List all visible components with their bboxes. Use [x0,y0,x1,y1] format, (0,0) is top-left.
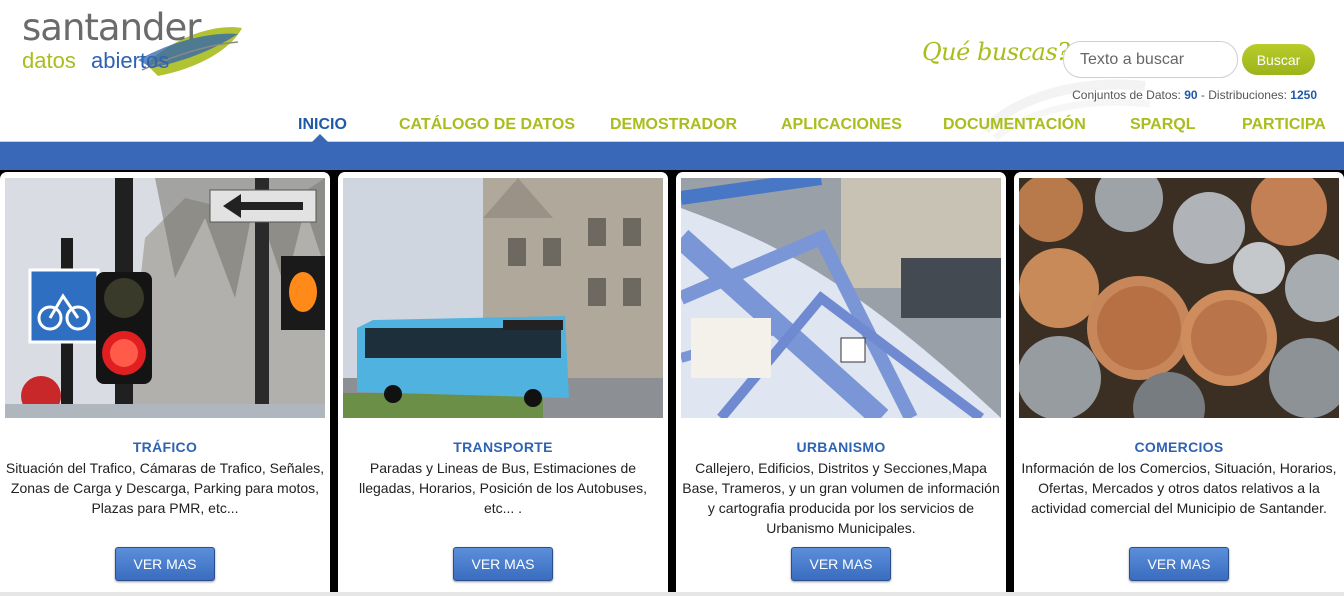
dataset-stats: Conjuntos de Datos: 90 - Distribuciones:… [1072,88,1317,102]
city-map-image[interactable] [681,178,1001,418]
card-trafico: TRÁFICO Situación del Trafico, Cámaras d… [0,172,330,596]
site-logo[interactable]: santander datos abiertos [18,8,248,80]
search-prompt: Qué buscas? [922,38,1070,66]
logo-brand-text: santander [22,6,201,49]
category-cards: TRÁFICO Situación del Trafico, Cámaras d… [0,170,1344,596]
nav-documentacion[interactable]: DOCUMENTACIÓN [943,116,1086,134]
ver-mas-button[interactable]: VER MAS [1129,547,1229,581]
nav-participa[interactable]: PARTICIPA [1242,116,1326,134]
card-title: TRANSPORTE [453,439,553,455]
card-description: Información de los Comercios, Situación,… [1021,460,1337,516]
card-description: Situación del Trafico, Cámaras de Trafic… [5,460,325,516]
nav-demostrador[interactable]: DEMOSTRADOR [610,116,737,134]
search-button[interactable]: Buscar [1242,44,1315,75]
distributions-count: 1250 [1290,88,1317,102]
ver-mas-button[interactable]: VER MAS [453,547,553,581]
search-input[interactable] [1063,41,1238,78]
ver-mas-button[interactable]: VER MAS [115,547,215,581]
stats-separator: - [1200,88,1205,102]
distributions-label: Distribuciones: [1208,88,1287,102]
card-title: TRÁFICO [132,439,198,455]
blue-band [0,142,1344,172]
card-title: COMERCIOS [1134,439,1224,455]
card-title: URBANISMO [796,439,886,455]
nav-inicio[interactable]: INICIO [298,116,347,134]
card-comercios: COMERCIOS Información de los Comercios, … [1014,172,1344,596]
nav-aplicaciones[interactable]: APLICACIONES [781,116,902,134]
ver-mas-button[interactable]: VER MAS [791,547,891,581]
datasets-label: Conjuntos de Datos: [1072,88,1181,102]
bus-image[interactable] [343,178,663,418]
nav-sparql[interactable]: SPARQL [1130,116,1195,134]
coins-image[interactable] [1019,178,1339,418]
traffic-light-image[interactable] [5,178,325,418]
card-description: Paradas y Lineas de Bus, Estimaciones de… [359,460,647,516]
datasets-count: 90 [1184,88,1198,102]
bottom-strip [0,592,1344,596]
active-nav-caret-icon [312,134,328,142]
logo-sub-datos: datos [22,48,76,73]
card-description: Callejero, Edificios, Distritos y Seccio… [682,460,1000,536]
main-nav: INICIO CATÁLOGO DE DATOS DEMOSTRADOR APL… [0,112,1344,142]
logo-sub-abiertos: abiertos [91,48,170,73]
card-urbanismo: URBANISMO Callejero, Edificios, Distrito… [676,172,1006,596]
card-transporte: TRANSPORTE Paradas y Lineas de Bus, Esti… [338,172,668,596]
nav-catalogo[interactable]: CATÁLOGO DE DATOS [399,116,575,134]
